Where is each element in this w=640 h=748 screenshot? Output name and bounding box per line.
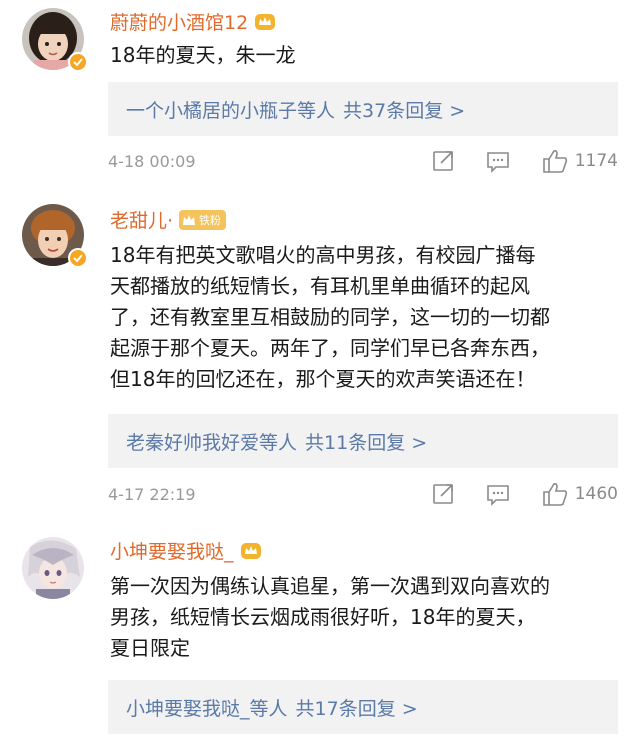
comment-item: 老甜儿· 铁粉 18年有把英文歌唱火的高中男孩，有校园广播每 天都播放的纸短情长… [0, 190, 640, 525]
comment-text: 第一次因为偶练认真追星，第一次遇到双向喜欢的 男孩，纸短情长云烟成雨很好听，18… [110, 574, 550, 660]
comment-actions: 1460 [431, 481, 618, 507]
anime-avatar-icon [22, 537, 84, 599]
comment-item: 蔚蔚的小酒馆12 18年的夏天，朱一龙 一个小橘居的小瓶子等人 共37条回复 >… [0, 0, 640, 190]
verified-badge-icon [68, 248, 88, 268]
crown-badge-icon [240, 542, 261, 559]
share-icon[interactable] [431, 482, 457, 506]
like-thumb-icon[interactable] [541, 481, 569, 507]
avatar[interactable] [22, 204, 88, 268]
reply-summary-link[interactable]: 小坤要娶我哒_等人 共17条回复 > [108, 680, 618, 734]
avatar[interactable] [22, 8, 88, 72]
comment-time: 4-17 22:19 [108, 484, 196, 504]
comment-icon[interactable] [485, 149, 511, 173]
crown-badge-icon [183, 214, 196, 225]
comment-text: 18年的夏天，朱一龙 [110, 43, 296, 67]
reply-count[interactable]: 共11条回复 > [305, 428, 427, 455]
fan-badge: 铁粉 [179, 209, 227, 230]
reply-summary-link[interactable]: 老秦好帅我好爱等人 共11条回复 > [108, 414, 618, 468]
reply-count[interactable]: 共37条回复 > [343, 96, 465, 123]
comment-meta: 4-17 22:19 1460 [108, 481, 628, 507]
comment-item: 小坤要娶我哒_ 第一次因为偶练认真追星，第一次遇到双向喜欢的 男孩，纸短情长云烟… [0, 525, 640, 748]
like-thumb-icon[interactable] [541, 148, 569, 174]
crown-badge-icon [255, 13, 276, 30]
reply-summary-link[interactable]: 一个小橘居的小瓶子等人 共37条回复 > [108, 82, 618, 136]
avatar[interactable] [22, 537, 84, 599]
verified-badge-icon [68, 52, 88, 72]
comment-username[interactable]: 蔚蔚的小酒馆12 [110, 8, 276, 35]
comment-text: 18年有把英文歌唱火的高中男孩，有校园广播每 天都播放的纸短情长，有耳机里单曲循… [110, 243, 550, 391]
reply-names[interactable]: 老秦好帅我好爱等人 [126, 428, 297, 455]
like-count: 1174 [574, 151, 618, 171]
comment-icon[interactable] [485, 482, 511, 506]
comment-time: 4-18 00:09 [108, 151, 196, 171]
reply-names[interactable]: 小坤要娶我哒_等人 [126, 694, 288, 721]
share-icon[interactable] [431, 149, 457, 173]
like-count: 1460 [574, 484, 618, 504]
reply-count[interactable]: 共17条回复 > [296, 694, 418, 721]
comment-username[interactable]: 老甜儿· 铁粉 [110, 206, 227, 233]
comment-username[interactable]: 小坤要娶我哒_ [110, 537, 262, 564]
reply-names[interactable]: 一个小橘居的小瓶子等人 [126, 96, 335, 123]
comment-actions: 1174 [431, 148, 618, 174]
comment-meta: 4-18 00:09 1174 [108, 148, 628, 174]
